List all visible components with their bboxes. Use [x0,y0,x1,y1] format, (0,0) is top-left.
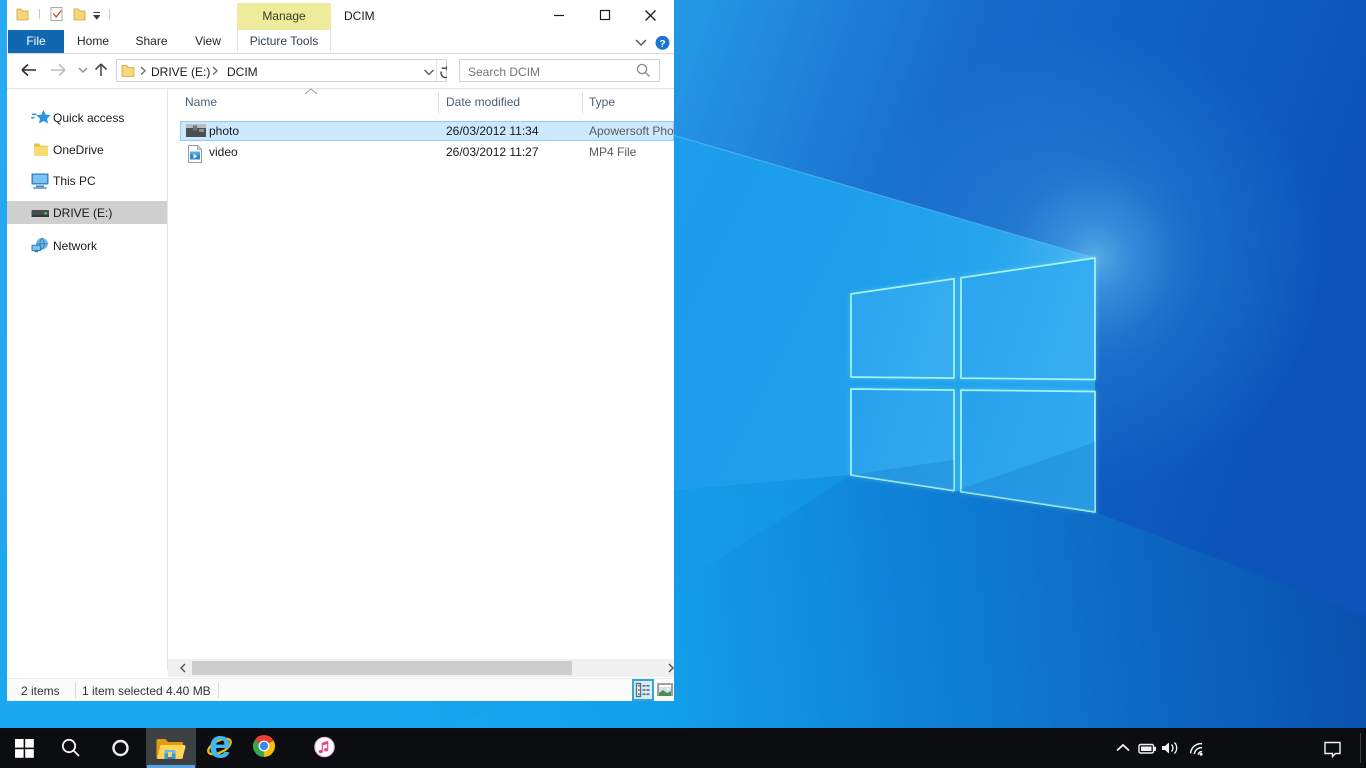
svg-text:?: ? [659,38,665,50]
svg-text:e: e [209,728,231,767]
